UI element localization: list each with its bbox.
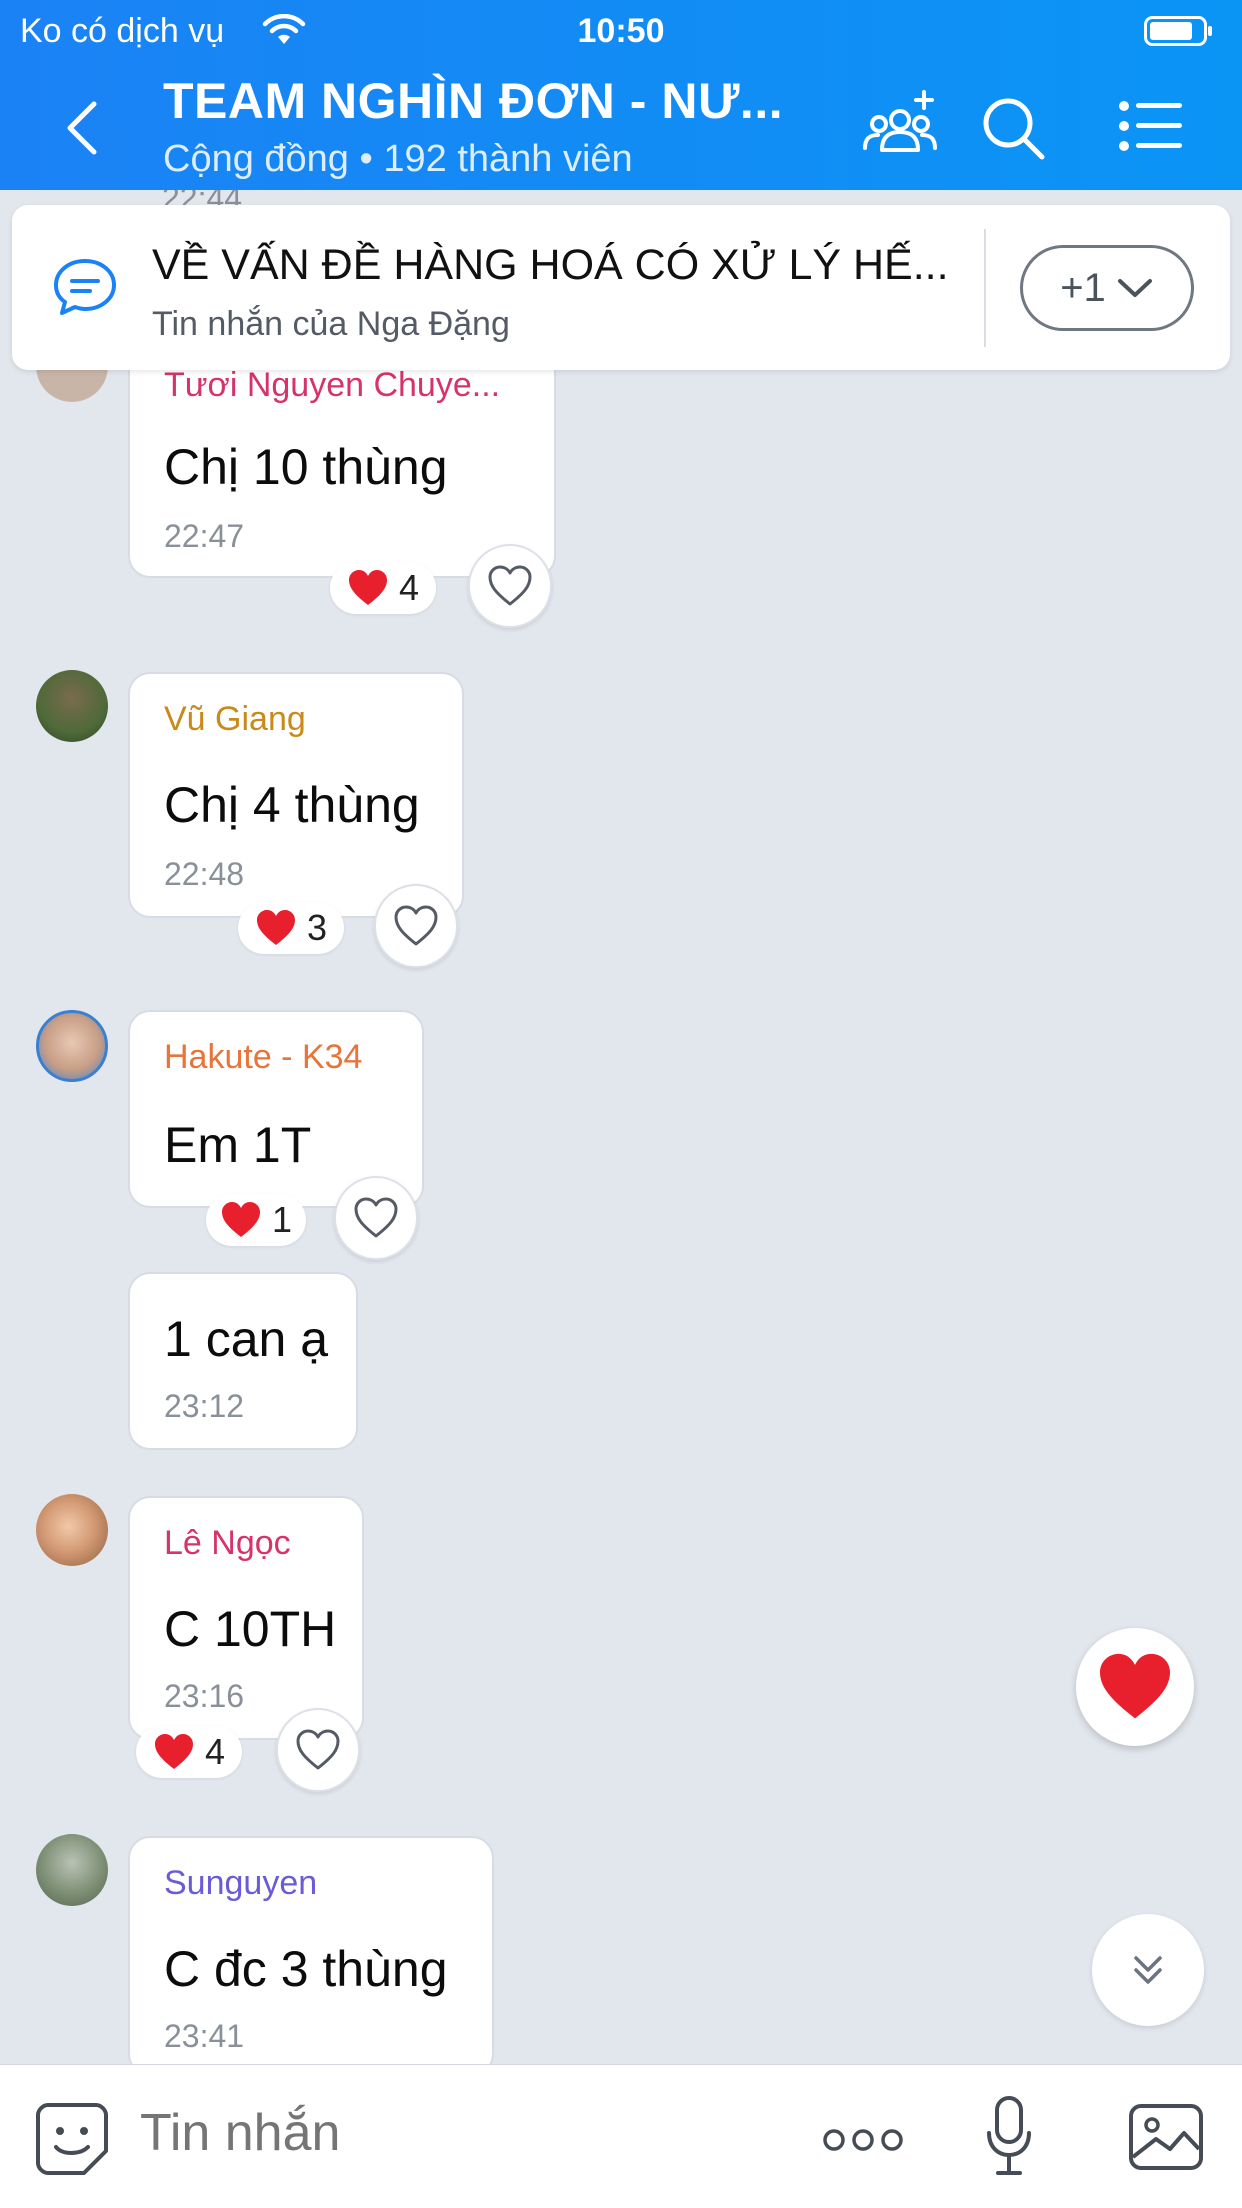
group-subtitle[interactable]: Cộng đồng • 192 thành viên <box>163 138 633 181</box>
message-bubble[interactable]: Vũ Giang Chị 4 thùng 22:48 <box>128 672 464 918</box>
sender-name[interactable]: Lê Ngọc <box>164 1524 291 1563</box>
quick-heart-button[interactable] <box>1076 1628 1194 1746</box>
message-input-bar <box>0 2064 1242 2208</box>
more-options-icon[interactable] <box>822 2125 904 2155</box>
heart-icon <box>348 570 387 605</box>
reaction-badge[interactable]: 1 <box>206 1194 306 1246</box>
chat-bubble-icon <box>54 259 116 315</box>
reaction-count: 3 <box>306 907 328 948</box>
clock: 10:50 <box>577 12 665 50</box>
reaction-badge[interactable]: 4 <box>136 1726 242 1778</box>
sender-name[interactable]: Sunguyen <box>164 1864 317 1903</box>
sender-name[interactable]: Tươi Nguyen Chuye... <box>164 366 500 405</box>
pinned-count-label: +1 <box>1060 265 1106 310</box>
message-text: 1 can ạ <box>164 1311 329 1367</box>
message-input[interactable] <box>140 2103 740 2163</box>
double-chevron-down-icon <box>1134 1956 1162 1984</box>
message-text: C đc 3 thùng <box>164 1941 448 1997</box>
like-button[interactable] <box>276 1708 360 1792</box>
battery-icon <box>1144 16 1212 46</box>
avatar[interactable] <box>36 1834 108 1906</box>
message-time: 23:16 <box>164 1678 245 1714</box>
heart-outline-icon <box>354 1197 398 1238</box>
heart-icon <box>1100 1653 1170 1719</box>
image-icon[interactable] <box>1128 2103 1204 2171</box>
search-icon[interactable] <box>980 95 1046 161</box>
heart-outline-icon <box>488 565 532 606</box>
sender-name[interactable]: Vũ Giang <box>164 700 306 739</box>
heart-outline-icon <box>296 1729 340 1770</box>
like-button[interactable] <box>334 1176 418 1260</box>
pinned-message-banner[interactable]: VỀ VẤN ĐỀ HÀNG HOÁ CÓ XỬ LÝ HẾ... Tin nh… <box>12 205 1230 370</box>
message-time: 23:12 <box>164 1388 245 1424</box>
message-time: 22:48 <box>164 856 245 892</box>
like-button[interactable] <box>468 544 552 628</box>
heart-icon <box>256 910 295 945</box>
scroll-to-bottom-button[interactable] <box>1092 1914 1204 2026</box>
avatar[interactable] <box>36 1494 108 1566</box>
message-bubble[interactable]: Lê Ngọc C 10TH 23:16 <box>128 1496 364 1740</box>
heart-icon <box>154 1734 193 1769</box>
heart-outline-icon <box>394 905 438 946</box>
chat-header: Ko có dịch vụ 10:50 TEAM NGHÌN ĐƠN - NƯ.… <box>0 0 1242 190</box>
message-bubble[interactable]: 1 can ạ 23:12 <box>128 1272 358 1450</box>
message-bubble[interactable]: Tươi Nguyen Chuye... Chị 10 thùng 22:47 <box>128 340 556 578</box>
avatar[interactable] <box>36 670 108 742</box>
avatar[interactable] <box>36 1010 108 1082</box>
like-button[interactable] <box>374 884 458 968</box>
reaction-count: 4 <box>398 567 420 608</box>
add-member-icon[interactable] <box>862 88 938 158</box>
group-title[interactable]: TEAM NGHÌN ĐƠN - NƯ... <box>163 72 783 130</box>
sender-name[interactable]: Hakute - K34 <box>164 1038 362 1077</box>
heart-icon <box>221 1202 260 1237</box>
chevron-down-icon <box>1117 279 1152 297</box>
message-text: Chị 4 thùng <box>164 777 420 833</box>
message-bubble[interactable]: Sunguyen C đc 3 thùng 23:41 <box>128 1836 494 2076</box>
reaction-badge[interactable]: 4 <box>330 562 436 614</box>
menu-list-icon[interactable] <box>1118 100 1184 152</box>
reaction-badge[interactable]: 3 <box>238 902 344 954</box>
reaction-count: 4 <box>204 1731 226 1772</box>
status-bar: Ko có dịch vụ 10:50 <box>0 0 1242 60</box>
pinned-count-button[interactable]: +1 <box>1020 245 1194 331</box>
pinned-title: VỀ VẤN ĐỀ HÀNG HOÁ CÓ XỬ LÝ HẾ... <box>152 241 949 289</box>
reaction-count: 1 <box>271 1199 293 1240</box>
message-text: Em 1T <box>164 1117 312 1173</box>
back-arrow-icon[interactable] <box>62 100 102 156</box>
message-time: 23:41 <box>164 2018 245 2054</box>
message-text: Chị 10 thùng <box>164 439 448 495</box>
message-time: 22:47 <box>164 518 245 554</box>
divider <box>984 229 986 347</box>
message-text: C 10TH <box>164 1601 337 1657</box>
sticker-icon[interactable] <box>34 2101 110 2177</box>
pinned-subtitle: Tin nhắn của Nga Đặng <box>152 305 510 343</box>
microphone-icon[interactable] <box>984 2095 1034 2177</box>
